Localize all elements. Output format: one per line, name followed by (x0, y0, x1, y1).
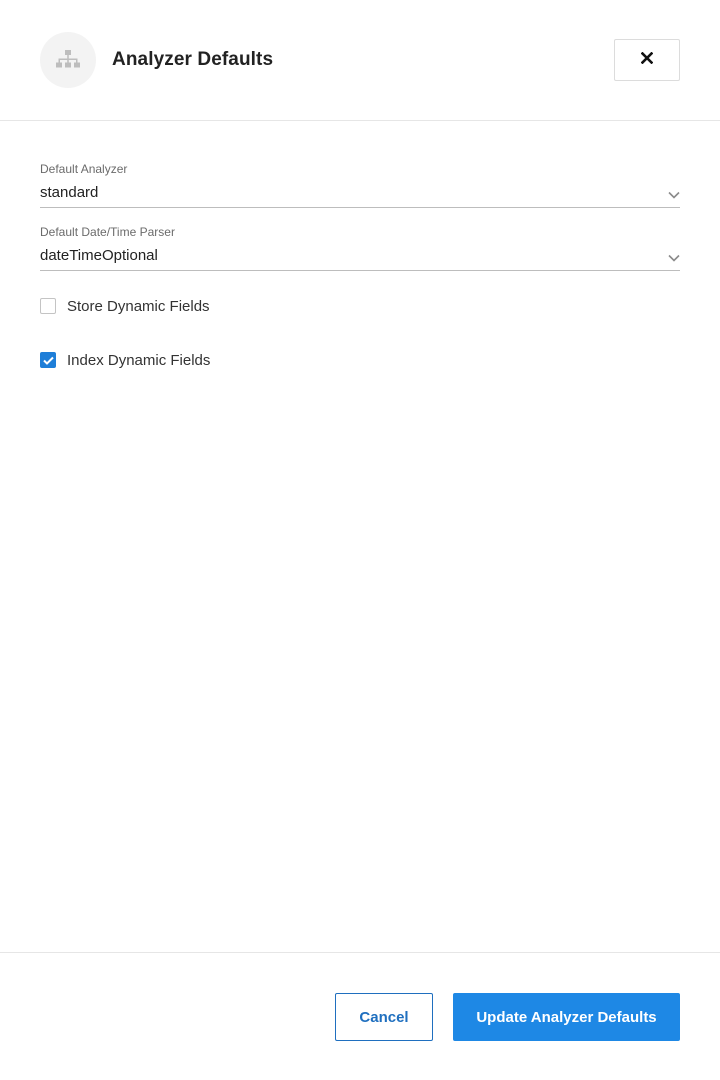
index-dynamic-fields-checkbox[interactable] (40, 352, 56, 368)
default-date-parser-label: Default Date/Time Parser (40, 225, 175, 239)
close-button[interactable] (614, 39, 680, 81)
dialog-header: Analyzer Defaults (0, 0, 720, 121)
analyzer-defaults-panel: Analyzer Defaults Default Analyzer stand… (0, 0, 720, 1080)
store-dynamic-fields-checkbox[interactable] (40, 298, 56, 314)
dialog-title: Analyzer Defaults (112, 49, 274, 70)
cancel-button[interactable]: Cancel (335, 993, 433, 1041)
store-dynamic-fields-label: Store Dynamic Fields (67, 297, 210, 315)
chevron-down-icon (668, 249, 680, 267)
default-analyzer-label: Default Analyzer (40, 162, 128, 176)
default-date-parser-select[interactable]: dateTimeOptional (40, 245, 680, 271)
store-dynamic-fields-option[interactable]: Store Dynamic Fields (40, 296, 210, 316)
default-date-parser-field: Default Date/Time Parser dateTimeOptiona… (40, 225, 680, 271)
chevron-down-icon (668, 186, 680, 204)
update-analyzer-defaults-button[interactable]: Update Analyzer Defaults (453, 993, 680, 1041)
sitemap-icon (40, 32, 96, 88)
default-date-parser-value: dateTimeOptional (40, 247, 158, 264)
close-icon (640, 51, 654, 69)
default-analyzer-value: standard (40, 184, 99, 201)
dialog-footer: Cancel Update Analyzer Defaults (0, 952, 720, 1080)
index-dynamic-fields-label: Index Dynamic Fields (67, 351, 211, 369)
index-dynamic-fields-option[interactable]: Index Dynamic Fields (40, 350, 210, 370)
default-analyzer-field: Default Analyzer standard (40, 162, 680, 208)
default-analyzer-select[interactable]: standard (40, 182, 680, 208)
checkmark-icon (42, 356, 54, 365)
